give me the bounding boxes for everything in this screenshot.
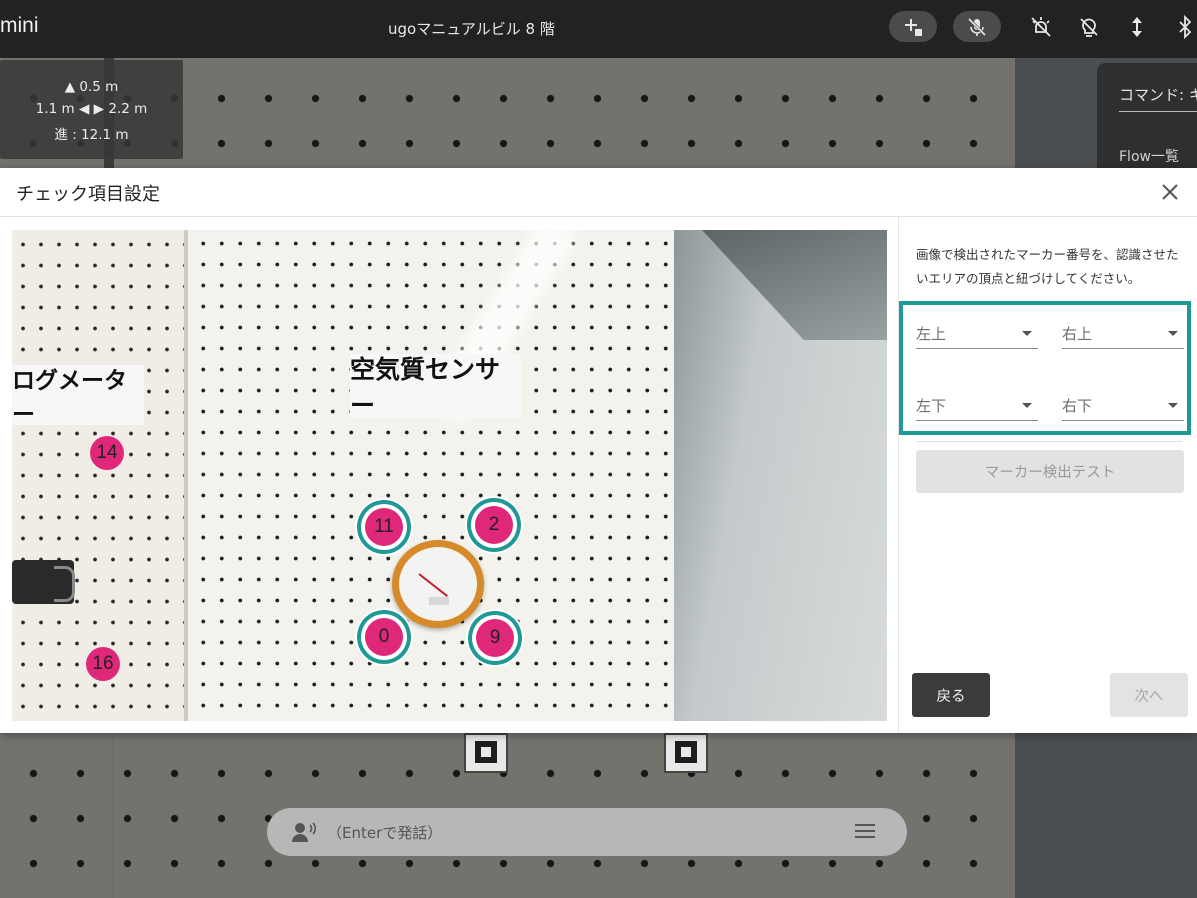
bottom-left-select[interactable]: 左下 — [916, 389, 1038, 421]
bluetooth-button[interactable] — [1172, 14, 1197, 40]
distance-readout: ▲ 0.5 m 1.1 m ◀ ▶ 2.2 m 進 : 12.1 m — [0, 60, 183, 159]
air-quality-sensor-sign: 空気質センサー — [350, 354, 521, 420]
marker-16[interactable]: 16 — [86, 647, 120, 681]
command-underline — [1119, 111, 1197, 112]
bluetooth-icon — [1179, 14, 1192, 40]
command-input[interactable]: コマンド: キ — [1119, 84, 1197, 105]
padlock — [12, 560, 75, 604]
top-left-select[interactable]: 左上 — [916, 317, 1038, 349]
caret-down-icon — [1022, 331, 1032, 336]
hygrometer-gauge — [392, 540, 484, 628]
dialog-header: チェック項目設定 — [0, 168, 1197, 217]
analog-meter-sign: ログメーター — [12, 365, 144, 428]
speaker-voice-icon — [292, 822, 317, 842]
light-toggle-button[interactable] — [1028, 14, 1054, 40]
ar-marker-tag — [664, 733, 708, 773]
bulb-off-icon — [1080, 18, 1098, 37]
next-button[interactable]: 次へ — [1110, 673, 1188, 717]
bulb-toggle-button[interactable] — [1076, 14, 1102, 40]
instruction-text: 画像で検出されたマーカー番号を、認識させたいエリアの頂点と紐づけしてください。 — [916, 247, 1179, 286]
add-pin-button[interactable] — [889, 11, 937, 42]
light-off-icon — [1031, 17, 1051, 37]
marker-11[interactable]: 11 — [365, 508, 403, 546]
distance-forward: 進 : 12.1 m — [54, 127, 129, 143]
speech-placeholder: （Enterで発話） — [327, 824, 443, 842]
top-bar: mini ugoマニュアルビル 8 階 — [0, 0, 1197, 58]
corner-selects-group: 左上 右上 左下 右下 — [899, 301, 1191, 435]
page-title: ugoマニュアルビル 8 階 — [388, 20, 555, 38]
app-title: mini — [0, 14, 39, 37]
top-right-select[interactable]: 右上 — [1062, 317, 1184, 349]
menu-icon[interactable] — [855, 824, 875, 840]
distance-sides: 1.1 m ◀ ▶ 2.2 m — [35, 101, 148, 117]
back-button[interactable]: 戻る — [912, 673, 990, 717]
caret-down-icon — [1168, 331, 1178, 336]
dialog-title: チェック項目設定 — [16, 184, 160, 205]
caret-down-icon — [1168, 403, 1178, 408]
caret-down-icon — [1022, 403, 1032, 408]
marker-0[interactable]: 0 — [365, 618, 403, 656]
pegboard-center — [188, 230, 674, 721]
check-item-settings-dialog: チェック項目設定 ログメーター 空気質センサー 11 2 0 9 14 16 画… — [0, 168, 1197, 733]
distance-up: ▲ 0.5 m — [64, 79, 119, 95]
marker-detect-test-button[interactable]: マーカー検出テスト — [916, 450, 1184, 493]
bottom-left-label: 左下 — [916, 397, 947, 415]
vertical-arrows-icon — [1132, 17, 1142, 37]
marker-9[interactable]: 9 — [476, 619, 514, 657]
top-right-label: 右上 — [1062, 325, 1093, 343]
close-icon[interactable] — [1159, 181, 1181, 203]
marker-2[interactable]: 2 — [475, 506, 513, 544]
add-pin-icon — [905, 18, 922, 36]
mic-off-icon — [967, 17, 987, 36]
camera-panel-edge — [112, 730, 115, 898]
height-adjust-button[interactable] — [1124, 14, 1150, 40]
divider — [916, 441, 1182, 442]
top-left-label: 左上 — [916, 325, 947, 343]
speech-input[interactable]: （Enterで発話） — [267, 808, 907, 856]
marker-14[interactable]: 14 — [90, 436, 124, 470]
bottom-right-select[interactable]: 右下 — [1062, 389, 1184, 421]
flow-list-link[interactable]: Flow一覧 — [1119, 146, 1179, 166]
mic-toggle-button[interactable] — [953, 11, 1001, 42]
ar-marker-tag — [464, 733, 508, 773]
bottom-right-label: 右下 — [1062, 397, 1093, 415]
captured-photo: ログメーター 空気質センサー 11 2 0 9 14 16 — [12, 230, 887, 721]
side-panel: 画像で検出されたマーカー番号を、認識させたいエリアの頂点と紐づけしてください。 … — [898, 217, 1197, 733]
